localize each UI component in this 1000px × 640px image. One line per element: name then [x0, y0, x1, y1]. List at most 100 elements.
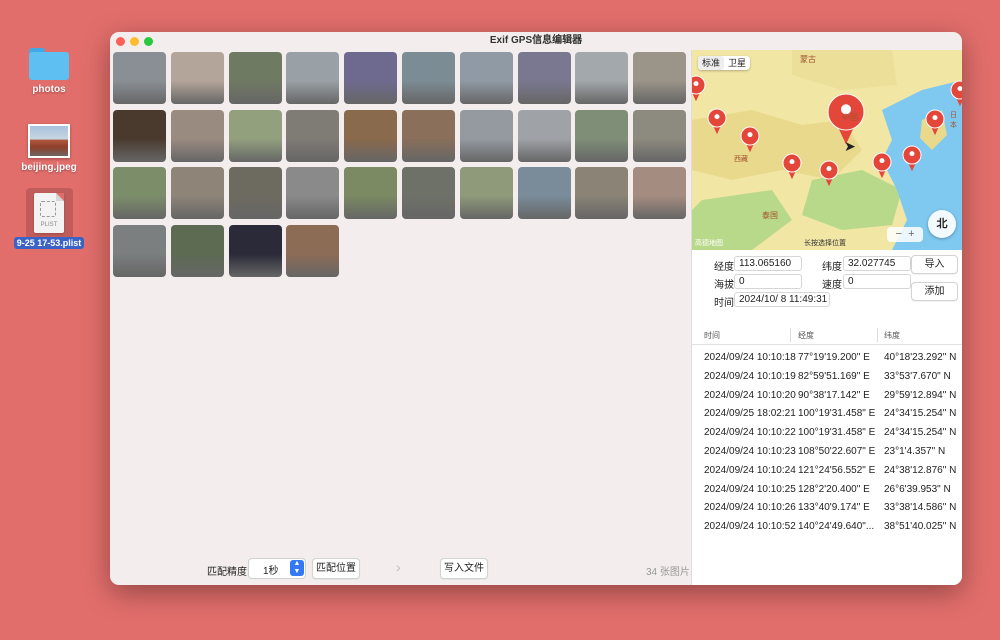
latitude-label: 纬度 [822, 262, 842, 273]
cell-latitude: 24°34'15.254" N [884, 408, 957, 419]
table-row[interactable]: 2024/09/24 10:10:26 133°40'9.174" E 33°38'… [692, 500, 962, 519]
zoom-in-button[interactable]: + [908, 228, 914, 240]
photo-thumbnail[interactable] [575, 167, 628, 219]
accuracy-select[interactable]: 1秒 ▲ ▼ [248, 558, 306, 579]
map-label-thailand: 泰国 [762, 211, 778, 220]
desktop-item-photos[interactable]: photos [4, 48, 94, 95]
tab-standard[interactable]: 标准 [698, 56, 725, 70]
photo-thumbnail[interactable] [229, 167, 282, 219]
chevron-updown-icon: ▲ ▼ [290, 560, 304, 576]
photo-thumbnail[interactable] [344, 52, 397, 104]
map-canvas [692, 50, 962, 250]
photo-thumbnail[interactable] [575, 110, 628, 162]
photo-thumbnail[interactable] [171, 110, 224, 162]
time-input[interactable]: 2024/10/ 8 11:49:31 [734, 292, 830, 307]
photo-thumbnail[interactable] [113, 225, 166, 277]
cell-time: 2024/09/24 10:10:20 [704, 390, 796, 401]
table-row[interactable]: 2024/09/24 10:10:25 128°2'20.400" E 26°6'3… [692, 482, 962, 501]
add-button[interactable]: 添加 [911, 282, 958, 301]
column-header-latitude[interactable]: 纬度 [884, 330, 900, 341]
photo-thumbnail[interactable] [171, 225, 224, 277]
cell-latitude: 23°1'4.357" N [884, 446, 946, 457]
time-label: 时间 [714, 298, 734, 309]
file-badge: PLIST [40, 222, 58, 228]
import-button[interactable]: 导入 [911, 255, 958, 274]
photo-thumbnail[interactable] [460, 110, 513, 162]
photo-thumbnail[interactable] [229, 110, 282, 162]
map-logo: 高德地图 [695, 240, 723, 247]
photo-thumbnail[interactable] [344, 110, 397, 162]
match-location-button[interactable]: 匹配位置 [312, 558, 360, 579]
cell-longitude: 100°19'31.458" E [798, 408, 876, 419]
table-row[interactable]: 2024/09/24 10:10:52 140°24'49.640"... 38°5… [692, 519, 962, 538]
table-row[interactable]: 2024/09/24 10:10:24 121°24'56.552" E 24°38… [692, 463, 962, 482]
table-row[interactable]: 2024/09/25 18:02:21 100°19'31.458" E 24°34… [692, 406, 962, 425]
speed-input[interactable]: 0 [843, 274, 911, 289]
column-header-time[interactable]: 时间 [704, 330, 720, 341]
photo-count: 34 张图片 [646, 567, 690, 578]
longitude-input[interactable]: 113.065160 [734, 256, 802, 271]
close-button[interactable] [116, 37, 125, 46]
photo-thumbnail[interactable] [518, 52, 571, 104]
table-row[interactable]: 2024/09/24 10:10:23 108°50'22.607" E 23°1'… [692, 444, 962, 463]
zoom-controls: − + [887, 227, 923, 242]
cell-latitude: 33°53'7.670" N [884, 371, 951, 382]
photo-thumbnail[interactable] [286, 52, 339, 104]
cell-longitude: 100°19'31.458" E [798, 427, 876, 438]
cell-time: 2024/09/24 10:10:23 [704, 446, 796, 457]
desktop-item-plist[interactable]: PLIST 9-25 17-53.plist [4, 193, 94, 249]
photo-thumbnail[interactable] [113, 52, 166, 104]
photo-thumbnail[interactable] [229, 52, 282, 104]
photo-thumbnail[interactable] [402, 52, 455, 104]
photo-thumbnail[interactable] [113, 167, 166, 219]
gps-fields: 经度 113.065160 纬度 32.027745 导入 海拔 0 速度 0 … [692, 252, 962, 309]
compass-label: 北 [936, 218, 948, 230]
table-row[interactable]: 2024/09/24 10:10:20 90°38'17.142" E 29°59'… [692, 388, 962, 407]
altitude-input[interactable]: 0 [734, 274, 802, 289]
folder-icon [29, 48, 69, 80]
write-file-button[interactable]: 写入文件 [440, 558, 488, 579]
latitude-input[interactable]: 32.027745 [843, 256, 911, 271]
chevron-right-icon[interactable]: › [396, 559, 401, 575]
compass-icon[interactable]: 北 [928, 210, 956, 238]
cell-latitude: 33°38'14.586" N [884, 502, 957, 513]
map-view[interactable]: 标准 卫星 蒙古 中国 西藏 泰国 日本 ➤ 高德地图 长按选择位置 − + 北 [692, 50, 962, 250]
photo-thumbnail[interactable] [402, 110, 455, 162]
map-label-tibet: 西藏 [734, 156, 748, 163]
tab-satellite[interactable]: 卫星 [724, 56, 750, 70]
photo-thumbnail[interactable] [171, 167, 224, 219]
photo-thumbnail[interactable] [633, 110, 686, 162]
photo-thumbnail[interactable] [286, 110, 339, 162]
cell-longitude: 128°2'20.400" E [798, 484, 870, 495]
photo-thumbnail[interactable] [518, 110, 571, 162]
photo-thumbnail[interactable] [286, 225, 339, 277]
photo-thumbnail[interactable] [460, 52, 513, 104]
cell-time: 2024/09/24 10:10:24 [704, 465, 796, 476]
zoom-button[interactable] [144, 37, 153, 46]
photo-thumbnail[interactable] [286, 167, 339, 219]
photo-thumbnail[interactable] [344, 167, 397, 219]
photo-thumbnail[interactable] [229, 225, 282, 277]
accuracy-value: 1秒 [263, 566, 279, 577]
desktop-item-beijing-jpeg[interactable]: beijing.jpeg [4, 124, 94, 173]
window-title: Exif GPS信息编辑器 [489, 35, 583, 46]
zoom-out-button[interactable]: − [896, 228, 902, 240]
photo-thumbnail[interactable] [460, 167, 513, 219]
image-file-icon [28, 124, 70, 158]
table-row[interactable]: 2024/09/24 10:10:19 82°59'51.169" E 33°53'… [692, 369, 962, 388]
photo-thumbnail[interactable] [113, 110, 166, 162]
photo-thumbnail[interactable] [402, 167, 455, 219]
photo-thumbnail[interactable] [575, 52, 628, 104]
table-row[interactable]: 2024/09/24 10:10:22 100°19'31.458" E 24°34… [692, 425, 962, 444]
photo-thumbnail[interactable] [633, 52, 686, 104]
app-window: Exif GPS信息编辑器 匹配精度: 1秒 ▲ ▼ 匹配位置 › 写入文件 34… [110, 32, 962, 585]
minimize-button[interactable] [130, 37, 139, 46]
column-header-longitude[interactable]: 经度 [798, 330, 814, 341]
photo-thumbnail[interactable] [171, 52, 224, 104]
photo-thumbnail[interactable] [518, 167, 571, 219]
cell-longitude: 133°40'9.174" E [798, 502, 870, 513]
table-row[interactable]: 2024/09/24 10:10:18 77°19'19.200" E 40°18'… [692, 350, 962, 369]
desktop-item-label: 9-25 17-53.plist [13, 237, 85, 249]
map-label-japan: 日本 [950, 112, 957, 129]
photo-thumbnail[interactable] [633, 167, 686, 219]
